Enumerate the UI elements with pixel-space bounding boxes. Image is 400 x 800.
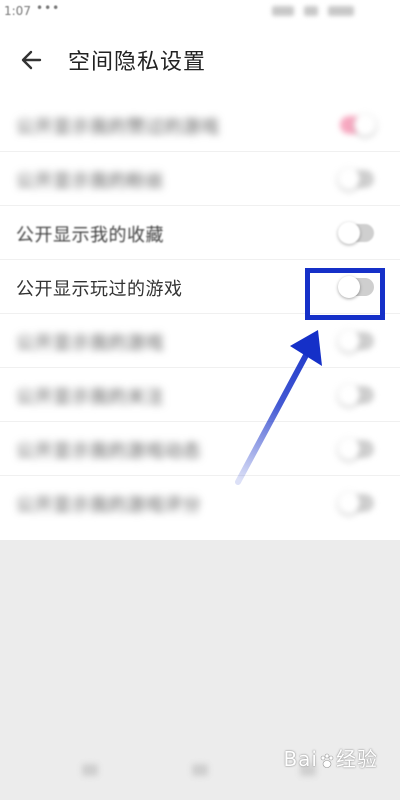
status-icons bbox=[266, 5, 386, 17]
toggle-knob bbox=[338, 168, 360, 190]
nav-home-icon[interactable] bbox=[192, 764, 208, 776]
setting-toggle[interactable] bbox=[338, 492, 374, 514]
setting-row-collection: 公开显示我的收藏 bbox=[0, 206, 400, 260]
toggle-knob bbox=[338, 384, 360, 406]
highlight-box bbox=[305, 268, 385, 320]
setting-toggle[interactable] bbox=[340, 114, 376, 136]
setting-toggle[interactable] bbox=[338, 168, 374, 190]
paw-icon bbox=[320, 753, 334, 768]
toggle-knob bbox=[338, 222, 360, 244]
setting-label: 公开显示玩过的游戏 bbox=[16, 279, 183, 300]
signal-icon bbox=[272, 6, 294, 16]
wifi-icon bbox=[303, 6, 318, 16]
setting-toggle[interactable] bbox=[338, 222, 374, 244]
app-header: 空间隐私设置 bbox=[0, 28, 400, 90]
back-button[interactable] bbox=[18, 46, 46, 74]
nav-back-icon[interactable] bbox=[82, 764, 98, 776]
setting-row: 公开显示我的赞过的游戏 bbox=[0, 98, 400, 152]
setting-row: 公开显示我的游戏 bbox=[0, 314, 400, 368]
setting-toggle[interactable] bbox=[338, 384, 374, 406]
setting-toggle[interactable] bbox=[338, 438, 374, 460]
setting-label: 公开显示我的游戏动态 bbox=[16, 441, 201, 462]
setting-label: 公开显示我的赞过的游戏 bbox=[16, 117, 220, 138]
toggle-knob bbox=[338, 330, 360, 352]
status-bar: 1:07 ••• bbox=[0, 0, 400, 28]
status-dots: ••• bbox=[36, 1, 61, 15]
arrow-left-icon bbox=[21, 50, 42, 70]
watermark-text-left: Bai bbox=[283, 747, 318, 771]
setting-label: 公开显示我的游戏 bbox=[16, 333, 164, 354]
toggle-knob bbox=[338, 438, 360, 460]
battery-icon bbox=[327, 6, 354, 16]
setting-row: 公开显示我的游戏评分 bbox=[0, 476, 400, 530]
setting-label: 公开显示我的收藏 bbox=[16, 225, 164, 246]
setting-row: 公开显示我的粉丝 bbox=[0, 152, 400, 206]
status-time: 1:07 bbox=[4, 4, 31, 18]
setting-label: 公开显示我的游戏评分 bbox=[16, 495, 201, 516]
toggle-knob bbox=[338, 492, 360, 514]
watermark-text-right: 经验 bbox=[336, 747, 378, 771]
setting-toggle[interactable] bbox=[338, 330, 374, 352]
setting-label: 公开显示我的关注 bbox=[16, 387, 164, 408]
baidu-watermark: Bai 经验 bbox=[283, 743, 378, 772]
page-title: 空间隐私设置 bbox=[68, 50, 207, 75]
setting-row: 公开显示我的关注 bbox=[0, 368, 400, 422]
setting-row: 公开显示我的游戏动态 bbox=[0, 422, 400, 476]
toggle-knob bbox=[354, 114, 376, 136]
setting-label: 公开显示我的粉丝 bbox=[16, 171, 164, 192]
